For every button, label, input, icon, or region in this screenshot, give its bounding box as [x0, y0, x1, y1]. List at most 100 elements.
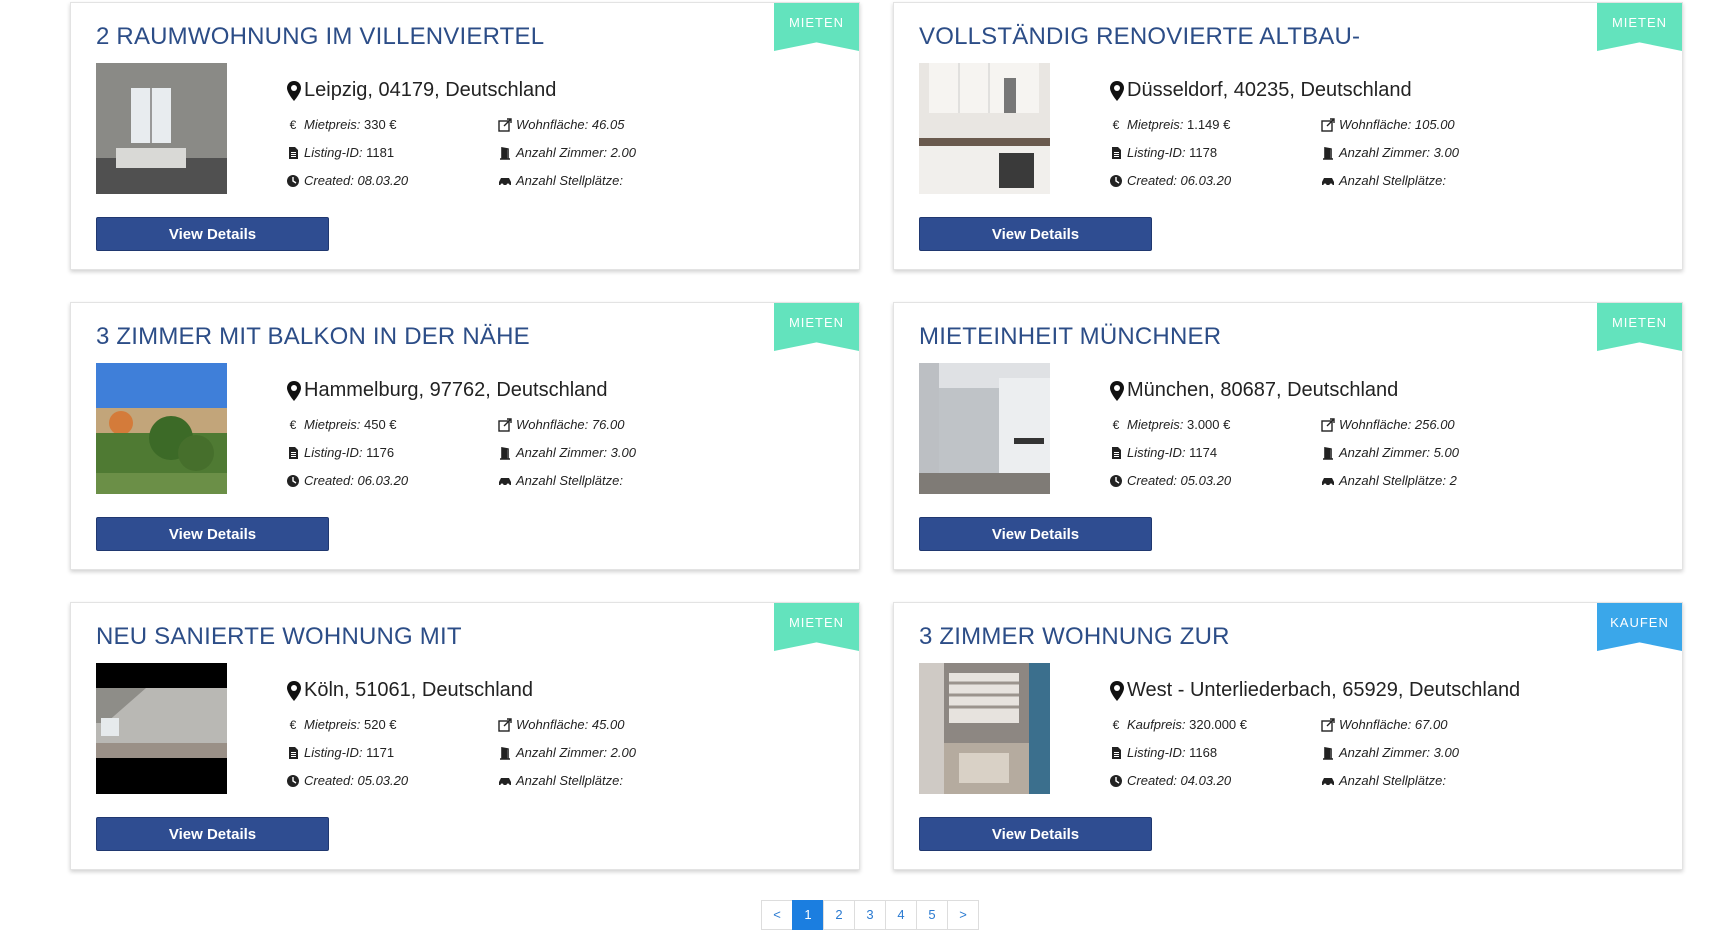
listing-id: Listing-ID: 1174: [1109, 445, 1217, 460]
car-icon: [499, 777, 511, 786]
listing-thumbnail[interactable]: [919, 363, 1050, 494]
price-value: 3.000 €: [1186, 417, 1231, 432]
document-icon: [289, 746, 298, 759]
view-details-button[interactable]: View Details: [919, 517, 1152, 551]
pagination-page-3[interactable]: 3: [854, 900, 886, 930]
parking-label: Anzahl Stellplätze:: [1339, 773, 1446, 788]
clock-icon: [1110, 174, 1122, 187]
area-value: 256.00: [1414, 417, 1455, 432]
car-icon: [1322, 477, 1334, 486]
rooms-value: 5.00: [1433, 445, 1459, 460]
door-icon: [1323, 446, 1333, 460]
euro-icon: €: [1112, 117, 1120, 132]
listing-title[interactable]: 3 Zimmer Wohnung zur: [919, 623, 1230, 651]
view-details-button[interactable]: View Details: [96, 817, 329, 851]
listing-price: € Mietpreis: 450 €: [286, 417, 397, 432]
rooms-value: 2.00: [610, 145, 636, 160]
view-details-button[interactable]: View Details: [96, 217, 329, 251]
listing-location: Köln, 51061, Deutschland: [286, 679, 533, 702]
rooms-label: Anzahl Zimmer:: [516, 145, 608, 160]
edit-area-icon: [498, 117, 512, 132]
listing-title[interactable]: 2 Raumwohnung im Villenviertel: [96, 23, 544, 51]
created-value: 05.03.20: [1180, 473, 1232, 488]
listing-type-badge: MIETEN: [774, 3, 859, 51]
created-value: 06.03.20: [357, 473, 409, 488]
pagination-prev[interactable]: <: [761, 900, 793, 930]
listing-card: Mieteinheit Münchner MIETEN München, 806…: [893, 302, 1683, 570]
listing-id: Listing-ID: 1168: [1109, 745, 1217, 760]
listing-price: € Mietpreis: 1.149 €: [1109, 117, 1231, 132]
listing-thumbnail[interactable]: [919, 663, 1050, 794]
view-details-button[interactable]: View Details: [919, 217, 1152, 251]
listing-card: Neu sanierte Wohnung mit MIETEN Köln, 51…: [70, 602, 860, 870]
listing-thumbnail[interactable]: [96, 63, 227, 194]
parking-label: Anzahl Stellplätze:: [516, 773, 623, 788]
parking-label: Anzahl Stellplätze:: [1339, 173, 1446, 188]
car-icon: [1322, 177, 1334, 186]
clock-icon: [1110, 474, 1122, 487]
listing-created: Created: 04.03.20: [1109, 773, 1231, 788]
euro-icon: €: [289, 117, 297, 132]
listing-area: Wohnfläche: 67.00: [1321, 717, 1447, 732]
area-label: Wohnfläche:: [1339, 417, 1412, 432]
created-label: Created:: [304, 473, 354, 488]
listing-thumbnail[interactable]: [96, 363, 227, 494]
view-details-button[interactable]: View Details: [919, 817, 1152, 851]
area-label: Wohnfläche:: [516, 417, 589, 432]
id-value: 1176: [366, 445, 395, 460]
location-pin-icon: [1110, 80, 1124, 101]
listing-title[interactable]: Mieteinheit Münchner: [919, 323, 1221, 351]
listing-card: 3 Zimmer mit Balkon in der Nähe MIETEN H…: [70, 302, 860, 570]
pagination-next[interactable]: >: [947, 900, 979, 930]
door-icon: [1323, 146, 1333, 160]
listing-title[interactable]: Vollständig renovierte Altbau-: [919, 23, 1360, 51]
listing-parking: Anzahl Stellplätze:: [498, 473, 627, 488]
rooms-value: 2.00: [610, 745, 636, 760]
created-value: 04.03.20: [1180, 773, 1232, 788]
parking-label: Anzahl Stellplätze:: [516, 173, 623, 188]
clock-icon: [287, 474, 299, 487]
rooms-label: Anzahl Zimmer:: [1339, 145, 1431, 160]
id-value: 1174: [1189, 445, 1218, 460]
euro-icon: €: [289, 717, 297, 732]
area-value: 76.00: [591, 417, 625, 432]
pagination-page-4[interactable]: 4: [885, 900, 917, 930]
edit-area-icon: [1321, 117, 1335, 132]
listing-location-text: München, 80687, Deutschland: [1127, 379, 1399, 401]
listing-thumbnail[interactable]: [96, 663, 227, 794]
price-value: 1.149 €: [1186, 117, 1231, 132]
pagination-page-1[interactable]: 1: [792, 900, 824, 930]
door-icon: [500, 746, 510, 760]
listing-title[interactable]: Neu sanierte Wohnung mit: [96, 623, 462, 651]
listing-parking: Anzahl Stellplätze:: [1321, 773, 1450, 788]
created-value: 06.03.20: [1180, 173, 1232, 188]
area-label: Wohnfläche:: [1339, 117, 1412, 132]
price-value: 320.000 €: [1189, 717, 1248, 732]
listing-area: Wohnfläche: 76.00: [498, 417, 624, 432]
rooms-value: 3.00: [1433, 745, 1459, 760]
listing-title[interactable]: 3 Zimmer mit Balkon in der Nähe: [96, 323, 530, 351]
listing-location: West - Unterliederbach, 65929, Deutschla…: [1109, 679, 1520, 702]
pagination-page-5[interactable]: 5: [916, 900, 948, 930]
listing-created: Created: 05.03.20: [1109, 473, 1231, 488]
listing-type-badge: KAUFEN: [1597, 603, 1682, 651]
listing-location-text: Hammelburg, 97762, Deutschland: [304, 379, 608, 401]
document-icon: [289, 446, 298, 459]
listing-area: Wohnfläche: 46.05: [498, 117, 624, 132]
edit-area-icon: [498, 417, 512, 432]
listing-location-text: West - Unterliederbach, 65929, Deutschla…: [1127, 679, 1521, 701]
listing-id: Listing-ID: 1178: [1109, 145, 1217, 160]
view-details-button[interactable]: View Details: [96, 517, 329, 551]
listing-rooms: Anzahl Zimmer: 5.00: [1321, 445, 1459, 460]
clock-icon: [287, 174, 299, 187]
listing-thumbnail[interactable]: [919, 63, 1050, 194]
price-label: Kaufpreis:: [1127, 717, 1186, 732]
listing-price: € Mietpreis: 3.000 €: [1109, 417, 1231, 432]
car-icon: [499, 477, 511, 486]
price-label: Mietpreis:: [1127, 417, 1184, 432]
area-value: 45.00: [591, 717, 625, 732]
listing-type-badge: MIETEN: [1597, 3, 1682, 51]
pagination-page-2[interactable]: 2: [823, 900, 855, 930]
door-icon: [1323, 746, 1333, 760]
listing-parking: Anzahl Stellplätze: 2: [1321, 473, 1457, 488]
